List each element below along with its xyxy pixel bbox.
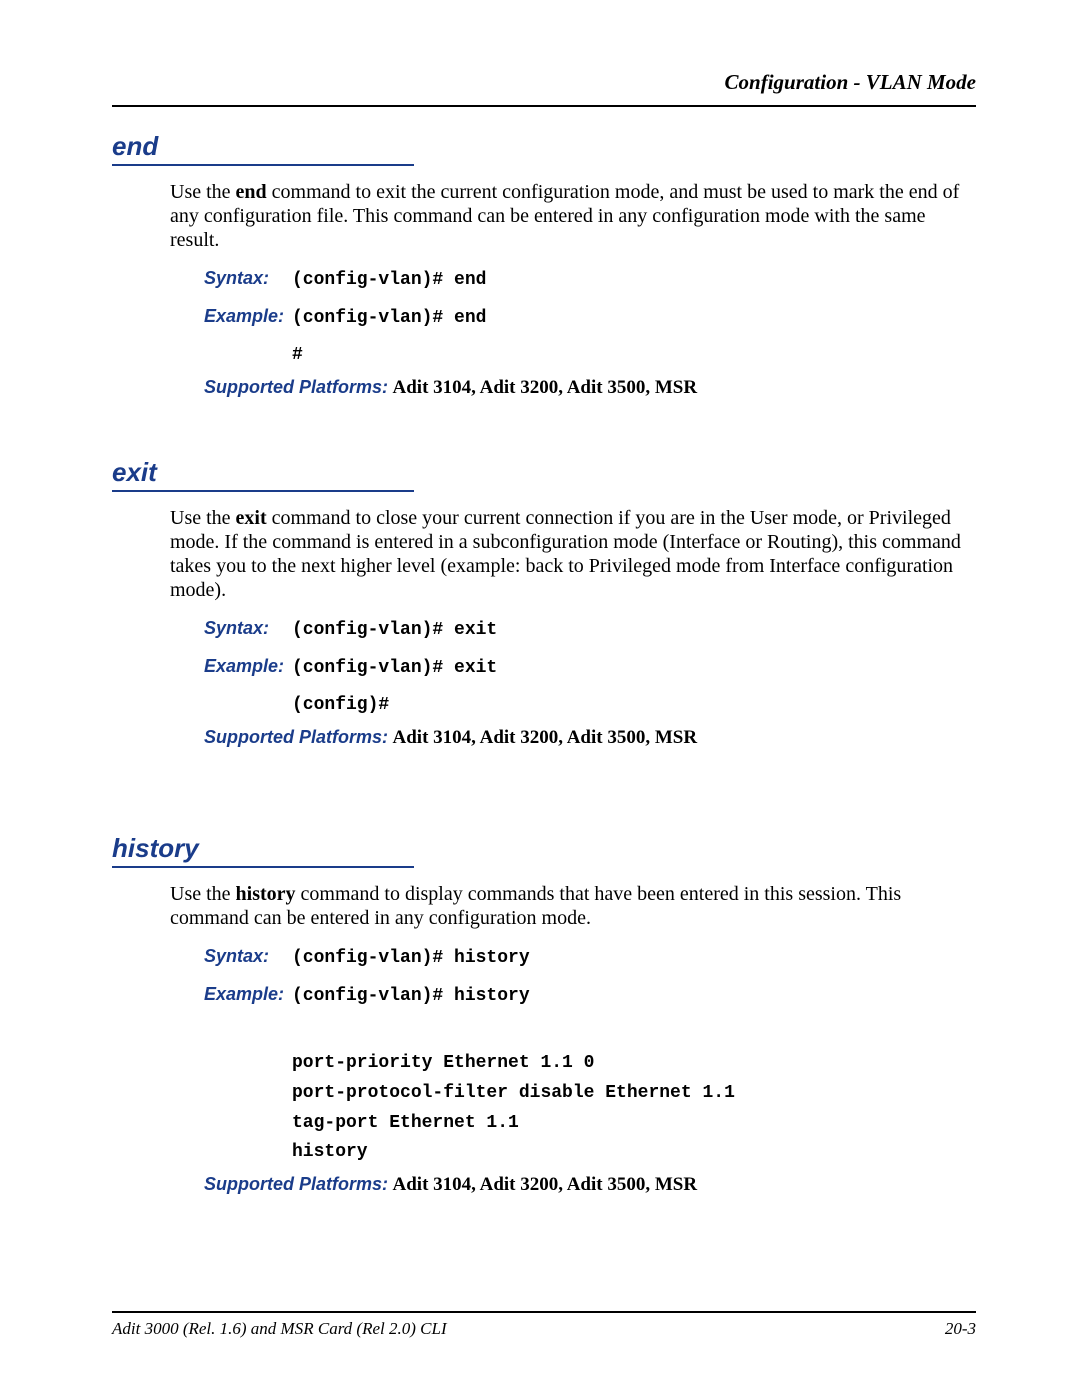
- syntax-row: Syntax: (config-vlan)# exit: [204, 616, 976, 646]
- body-exit: Use the exit command to close your curre…: [170, 506, 976, 602]
- example-output: #: [292, 341, 976, 371]
- supported-value: Adit 3104, Adit 3200, Adit 3500, MSR: [393, 727, 698, 748]
- syntax-label: Syntax:: [204, 946, 292, 967]
- syntax-value: (config-vlan)# history: [292, 944, 530, 974]
- supported-label: Supported Platforms:: [204, 1174, 388, 1194]
- footer-rule: [112, 1311, 976, 1313]
- section-gap: [112, 399, 976, 457]
- heading-rule: [112, 164, 414, 166]
- example-row: Example: (config-vlan)# end: [204, 304, 976, 334]
- footer-right: 20-3: [945, 1319, 976, 1339]
- supported-row: Supported Platforms: Adit 3104, Adit 320…: [204, 727, 976, 749]
- syntax-label: Syntax:: [204, 268, 292, 289]
- paragraph: Use the end command to exit the current …: [170, 180, 976, 252]
- example-value: (config-vlan)# history: [292, 982, 530, 1012]
- example-label: Example:: [204, 656, 292, 677]
- page: Configuration - VLAN Mode end Use the en…: [0, 0, 1080, 1397]
- header-rule: [112, 105, 976, 107]
- supported-value: Adit 3104, Adit 3200, Adit 3500, MSR: [393, 377, 698, 398]
- supported-row: Supported Platforms: Adit 3104, Adit 320…: [204, 1174, 976, 1196]
- body-end: Use the end command to exit the current …: [170, 180, 976, 252]
- syntax-value: (config-vlan)# exit: [292, 616, 497, 646]
- syntax-value: (config-vlan)# end: [292, 266, 486, 296]
- paragraph: Use the exit command to close your curre…: [170, 506, 976, 602]
- body-history: Use the history command to display comma…: [170, 882, 976, 930]
- definitions-exit: Syntax: (config-vlan)# exit Example: (co…: [204, 616, 976, 721]
- example-value: (config-vlan)# end: [292, 304, 486, 334]
- syntax-row: Syntax: (config-vlan)# history: [204, 944, 976, 974]
- footer-left: Adit 3000 (Rel. 1.6) and MSR Card (Rel 2…: [112, 1319, 447, 1339]
- definitions-history: Syntax: (config-vlan)# history Example: …: [204, 944, 976, 1168]
- supported-label: Supported Platforms:: [204, 377, 388, 397]
- heading-end: end: [112, 131, 976, 162]
- definitions-end: Syntax: (config-vlan)# end Example: (con…: [204, 266, 976, 371]
- syntax-row: Syntax: (config-vlan)# end: [204, 266, 976, 296]
- section-history: history Use the history command to displ…: [112, 833, 976, 1196]
- example-label: Example:: [204, 984, 292, 1005]
- section-end: end Use the end command to exit the curr…: [112, 131, 976, 399]
- heading-exit: exit: [112, 457, 976, 488]
- section-gap: [112, 749, 976, 833]
- example-row: Example: (config-vlan)# history: [204, 982, 976, 1012]
- footer: Adit 3000 (Rel. 1.6) and MSR Card (Rel 2…: [112, 1311, 976, 1339]
- supported-label: Supported Platforms:: [204, 727, 388, 747]
- example-label: Example:: [204, 306, 292, 327]
- example-value: (config-vlan)# exit: [292, 654, 497, 684]
- example-output: port-priority Ethernet 1.1 0 port-protoc…: [292, 1020, 976, 1168]
- heading-history: history: [112, 833, 976, 864]
- example-row: Example: (config-vlan)# exit: [204, 654, 976, 684]
- supported-value: Adit 3104, Adit 3200, Adit 3500, MSR: [393, 1174, 698, 1195]
- supported-row: Supported Platforms: Adit 3104, Adit 320…: [204, 377, 976, 399]
- example-output: (config)#: [292, 691, 976, 721]
- section-exit: exit Use the exit command to close your …: [112, 457, 976, 749]
- paragraph: Use the history command to display comma…: [170, 882, 976, 930]
- syntax-label: Syntax:: [204, 618, 292, 639]
- running-header: Configuration - VLAN Mode: [112, 70, 976, 95]
- heading-rule: [112, 490, 414, 492]
- heading-rule: [112, 866, 414, 868]
- footer-line: Adit 3000 (Rel. 1.6) and MSR Card (Rel 2…: [112, 1319, 976, 1339]
